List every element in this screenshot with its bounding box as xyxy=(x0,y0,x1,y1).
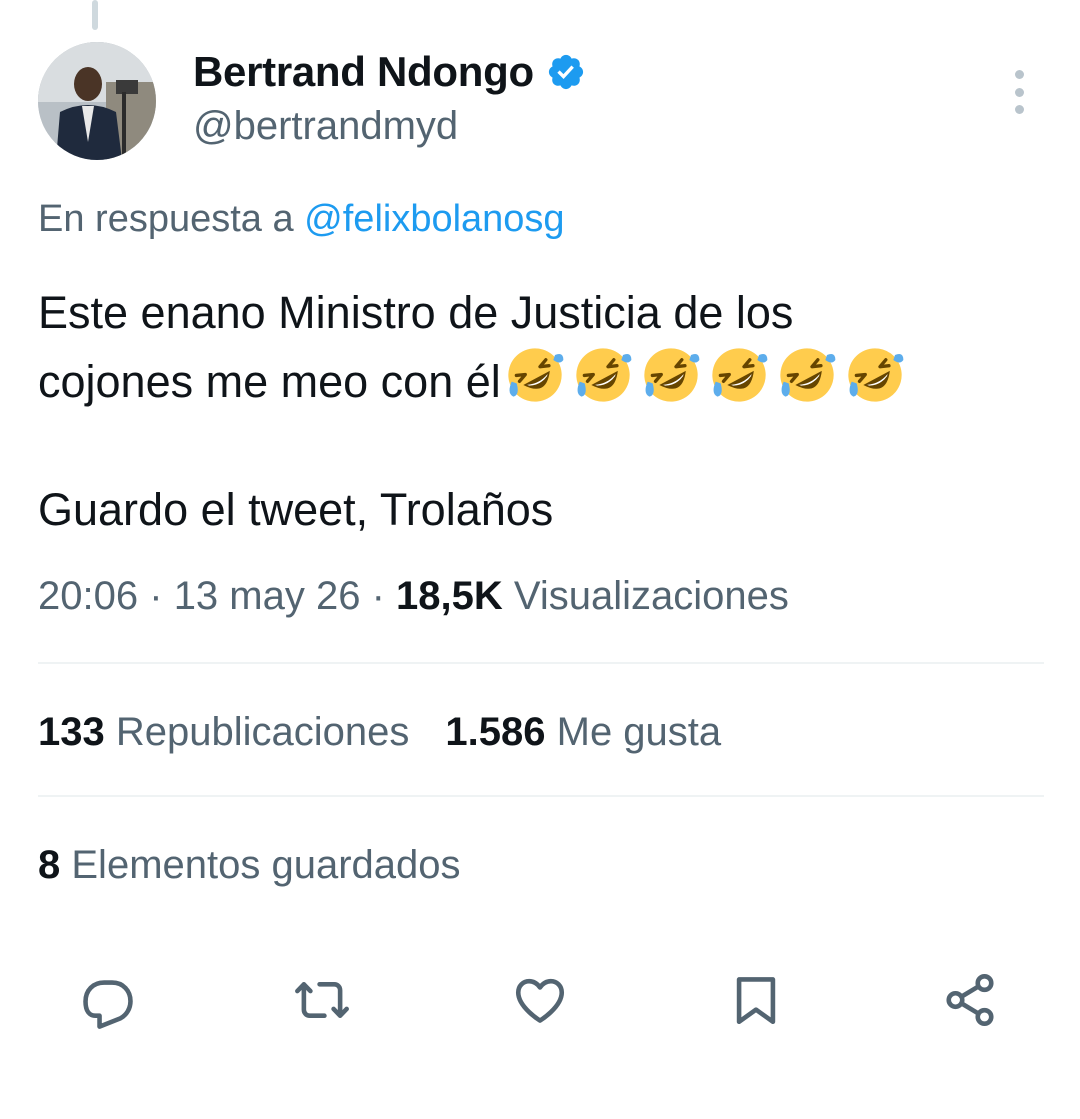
tweet-time[interactable]: 20:06 xyxy=(38,574,138,618)
likes-label: Me gusta xyxy=(556,710,722,754)
likes-stat[interactable]: 1.586 Me gusta xyxy=(445,710,721,755)
reply-prefix: En respuesta a xyxy=(38,198,294,240)
likes-count: 1.586 xyxy=(445,710,546,754)
rolling-laughing-emoji-icon xyxy=(576,348,632,402)
divider xyxy=(38,795,1044,797)
tweet-text: Este enano Ministro de Justicia de los c… xyxy=(38,281,1048,542)
reply-context: En respuesta a @felixbolanosg xyxy=(38,198,565,241)
views-count: 18,5K xyxy=(396,574,503,618)
like-button[interactable] xyxy=(510,970,570,1030)
emoji-group xyxy=(505,345,905,405)
like-icon xyxy=(515,978,565,1023)
rolling-laughing-emoji-icon xyxy=(848,348,904,402)
tweet-date[interactable]: 13 may 26 xyxy=(174,574,361,618)
views-label: Visualizaciones xyxy=(513,574,789,618)
thread-line xyxy=(92,0,98,30)
repost-button[interactable] xyxy=(292,970,352,1030)
reposts-label: Republicaciones xyxy=(115,710,410,754)
meta-separator: · xyxy=(149,574,163,618)
author-name-row[interactable]: Bertrand Ndongo xyxy=(193,48,586,96)
rolling-laughing-emoji-icon xyxy=(712,348,768,402)
share-icon xyxy=(946,974,994,1026)
reply-icon xyxy=(83,980,133,1029)
reposts-count: 133 xyxy=(38,710,105,754)
meta-separator: · xyxy=(371,574,385,618)
author-display-name[interactable]: Bertrand Ndongo xyxy=(193,48,534,96)
reposts-stat[interactable]: 133 Republicaciones xyxy=(38,710,409,755)
reply-mention-link[interactable]: @felixbolanosg xyxy=(304,198,564,240)
bookmarks-stat: 8 Elementos guardados xyxy=(38,843,461,888)
bookmark-icon xyxy=(736,977,776,1025)
action-bar xyxy=(70,970,1010,1030)
reply-button[interactable] xyxy=(78,970,138,1030)
bookmarks-count: 8 xyxy=(38,843,61,887)
tweet-line-1: Este enano Ministro de Justicia de los xyxy=(38,287,794,338)
share-button[interactable] xyxy=(940,970,1000,1030)
bookmark-button[interactable] xyxy=(726,970,786,1030)
tweet-line-2: cojones me meo con él xyxy=(38,356,501,407)
rolling-laughing-emoji-icon xyxy=(644,348,700,402)
avatar-photo xyxy=(38,42,156,160)
avatar[interactable] xyxy=(38,42,156,160)
tweet-meta: 20:06 · 13 may 26 · 18,5K Visualizacione… xyxy=(38,574,789,619)
engagement-stats: 133 Republicaciones 1.586 Me gusta xyxy=(38,710,721,755)
rolling-laughing-emoji-icon xyxy=(780,348,836,402)
rolling-laughing-emoji-icon xyxy=(508,348,564,402)
verified-badge-icon xyxy=(548,54,583,90)
divider xyxy=(38,662,1044,664)
author-handle[interactable]: @bertrandmyd xyxy=(193,104,458,149)
more-options-icon[interactable] xyxy=(1004,70,1034,114)
repost-icon xyxy=(295,981,349,1019)
bookmarks-label: Elementos guardados xyxy=(71,843,461,887)
tweet-line-3: Guardo el tweet, Trolaños xyxy=(38,484,554,535)
